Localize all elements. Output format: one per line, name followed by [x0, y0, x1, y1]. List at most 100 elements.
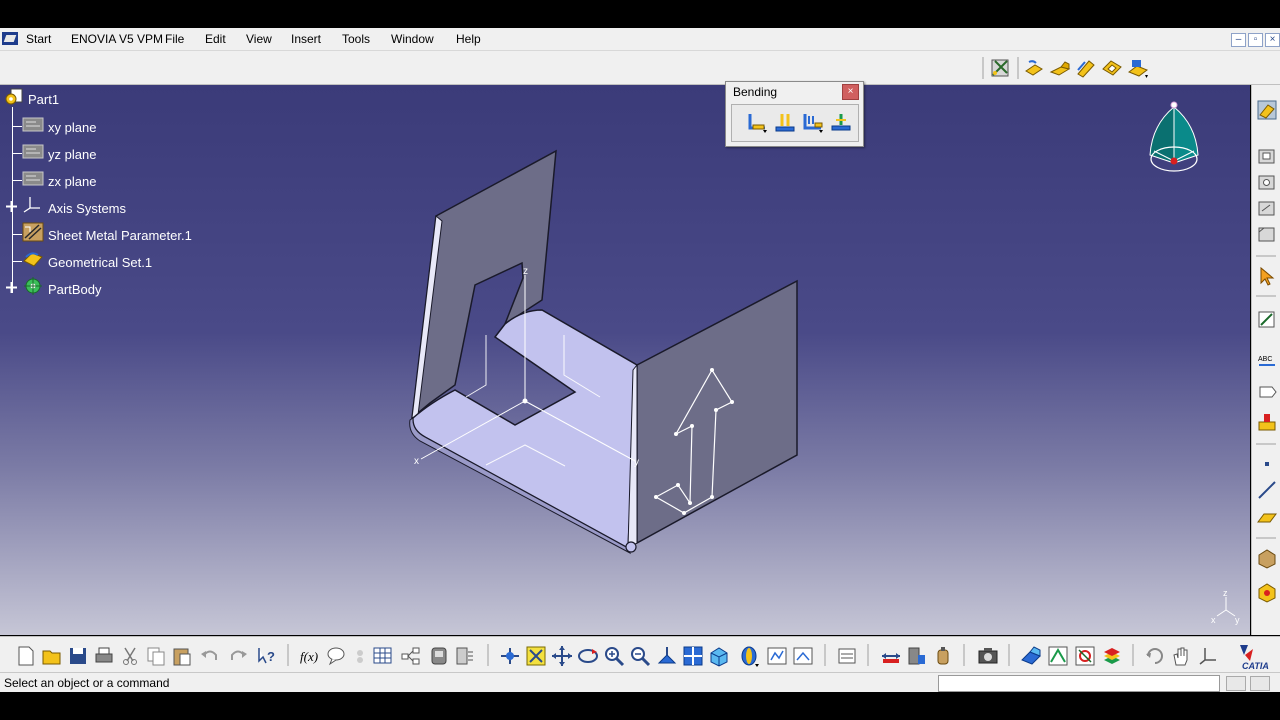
expand-plus-icon[interactable]: [5, 200, 18, 213]
sketch-analysis-icon[interactable]: [1047, 645, 1069, 667]
bend-from-flat-icon[interactable]: [774, 111, 796, 133]
scan-icon[interactable]: [428, 645, 450, 667]
command-input[interactable]: [938, 675, 1220, 692]
redo-icon[interactable]: [227, 645, 249, 667]
flat-bend-icon[interactable]: [830, 111, 852, 133]
select-arrow-icon[interactable]: [1256, 265, 1278, 287]
annotation-text-icon[interactable]: ABC: [1256, 351, 1278, 373]
close-button[interactable]: ×: [1265, 33, 1280, 47]
table-icon[interactable]: [372, 645, 394, 667]
expand-plus-icon[interactable]: [5, 281, 18, 294]
menu-enovia[interactable]: ENOVIA V5 VPM: [71, 32, 163, 46]
hide-show-icon[interactable]: [766, 645, 788, 667]
tree-item-geometrical-set[interactable]: Geometrical Set.1: [48, 255, 152, 270]
point-icon[interactable]: [1256, 453, 1278, 475]
catalog-icon[interactable]: [1256, 581, 1278, 603]
axis-compass-tool-icon[interactable]: [1197, 645, 1219, 667]
menu-file[interactable]: File: [165, 32, 184, 46]
hole-icon[interactable]: [1256, 171, 1278, 193]
sheet-metal-parameters-icon[interactable]: [22, 222, 44, 242]
tree-item-xy-plane[interactable]: xy plane: [48, 120, 96, 135]
sketcher-icon[interactable]: [1256, 309, 1278, 331]
paste-icon[interactable]: [171, 645, 193, 667]
sheet-metal-wall-icon[interactable]: [1023, 57, 1045, 79]
tree-item-zx-plane[interactable]: zx plane: [48, 174, 96, 189]
menu-start[interactable]: Start: [26, 32, 51, 46]
swap-visible-space-icon[interactable]: [792, 645, 814, 667]
tree-item-yz-plane[interactable]: yz plane: [48, 147, 96, 162]
corner-relief-icon[interactable]: [1256, 197, 1278, 219]
copy-icon[interactable]: [145, 645, 167, 667]
multi-view-icon[interactable]: [682, 645, 704, 667]
save-icon[interactable]: [67, 645, 89, 667]
undo-icon[interactable]: [199, 645, 221, 667]
cut-icon[interactable]: [119, 645, 141, 667]
menu-tools[interactable]: Tools: [342, 32, 370, 46]
measure-tool-icon[interactable]: [989, 57, 1011, 79]
normal-view-icon[interactable]: [656, 645, 678, 667]
plane-tool-icon[interactable]: [1256, 507, 1278, 529]
stamp-icon[interactable]: [1256, 411, 1278, 433]
update-cycle-icon[interactable]: [1144, 645, 1166, 667]
chamfer-icon[interactable]: [1256, 223, 1278, 245]
bend-icon[interactable]: [746, 111, 768, 133]
fly-mode-icon[interactable]: [499, 645, 521, 667]
apply-material-icon[interactable]: [1256, 547, 1278, 569]
measure-item-icon[interactable]: [906, 645, 928, 667]
swept-wall-icon[interactable]: [1075, 57, 1097, 79]
status-button[interactable]: [1250, 676, 1270, 691]
layers-icon[interactable]: [1101, 645, 1123, 667]
catia-start-logo-icon[interactable]: [2, 32, 18, 45]
axis-system-icon[interactable]: [22, 195, 44, 215]
plane-icon[interactable]: [22, 141, 44, 161]
part-body-icon[interactable]: [22, 276, 44, 296]
tree-item-axis-systems[interactable]: Axis Systems: [48, 201, 126, 216]
formula-icon[interactable]: f(x): [299, 645, 321, 667]
hierarchy-icon[interactable]: [400, 645, 422, 667]
pan-icon[interactable]: [551, 645, 573, 667]
whats-this-help-icon[interactable]: ?: [255, 645, 277, 667]
tag-icon[interactable]: [1256, 381, 1278, 403]
menu-help[interactable]: Help: [456, 32, 481, 46]
menu-window[interactable]: Window: [391, 32, 434, 46]
measure-between-icon[interactable]: [880, 645, 902, 667]
cutout-icon[interactable]: [1256, 145, 1278, 167]
menu-edit[interactable]: Edit: [205, 32, 226, 46]
unfold-icon[interactable]: [836, 645, 858, 667]
zoom-in-icon[interactable]: [603, 645, 625, 667]
conical-bend-icon[interactable]: [802, 111, 824, 133]
tab-icon[interactable]: [1127, 57, 1149, 79]
constraint-analysis-icon[interactable]: [1074, 645, 1096, 667]
tree-item-sheet-metal-parameter[interactable]: Sheet Metal Parameter.1: [48, 228, 192, 243]
restore-button[interactable]: ▫: [1248, 33, 1263, 47]
bending-close-button[interactable]: ×: [842, 84, 859, 100]
bending-toolbar-panel[interactable]: Bending ×: [725, 81, 864, 147]
part-icon[interactable]: [3, 87, 25, 107]
define-work-object-icon[interactable]: [454, 645, 476, 667]
manipulate-hand-icon[interactable]: [1170, 645, 1192, 667]
knowledge-icon[interactable]: [349, 645, 371, 667]
fit-all-in-icon[interactable]: [525, 645, 547, 667]
plane-icon[interactable]: [22, 114, 44, 134]
menu-insert[interactable]: Insert: [291, 32, 321, 46]
new-document-icon[interactable]: [15, 645, 37, 667]
measure-inertia-icon[interactable]: [932, 645, 954, 667]
flange-icon[interactable]: [1049, 57, 1071, 79]
shading-mode-icon[interactable]: [738, 645, 760, 667]
open-folder-icon[interactable]: [41, 645, 63, 667]
minimize-button[interactable]: –: [1231, 33, 1246, 47]
rotate-icon[interactable]: [577, 645, 599, 667]
tree-item-part-body[interactable]: PartBody: [48, 282, 101, 297]
geometrical-set-icon[interactable]: [22, 249, 44, 269]
compass-icon[interactable]: [1149, 101, 1199, 172]
status-button[interactable]: [1226, 676, 1246, 691]
print-icon[interactable]: [93, 645, 115, 667]
3d-viewport[interactable]: z x y z x y Part1 xy plane yz plane zx p…: [0, 85, 1250, 635]
right-flange-wall[interactable]: [636, 279, 798, 545]
isometric-view-icon[interactable]: [708, 645, 730, 667]
comment-bubble-icon[interactable]: [325, 645, 347, 667]
plane-icon[interactable]: [22, 168, 44, 188]
menu-view[interactable]: View: [246, 32, 272, 46]
hem-icon[interactable]: [1101, 57, 1123, 79]
sheet-metal-workbench-icon[interactable]: [1256, 99, 1278, 121]
